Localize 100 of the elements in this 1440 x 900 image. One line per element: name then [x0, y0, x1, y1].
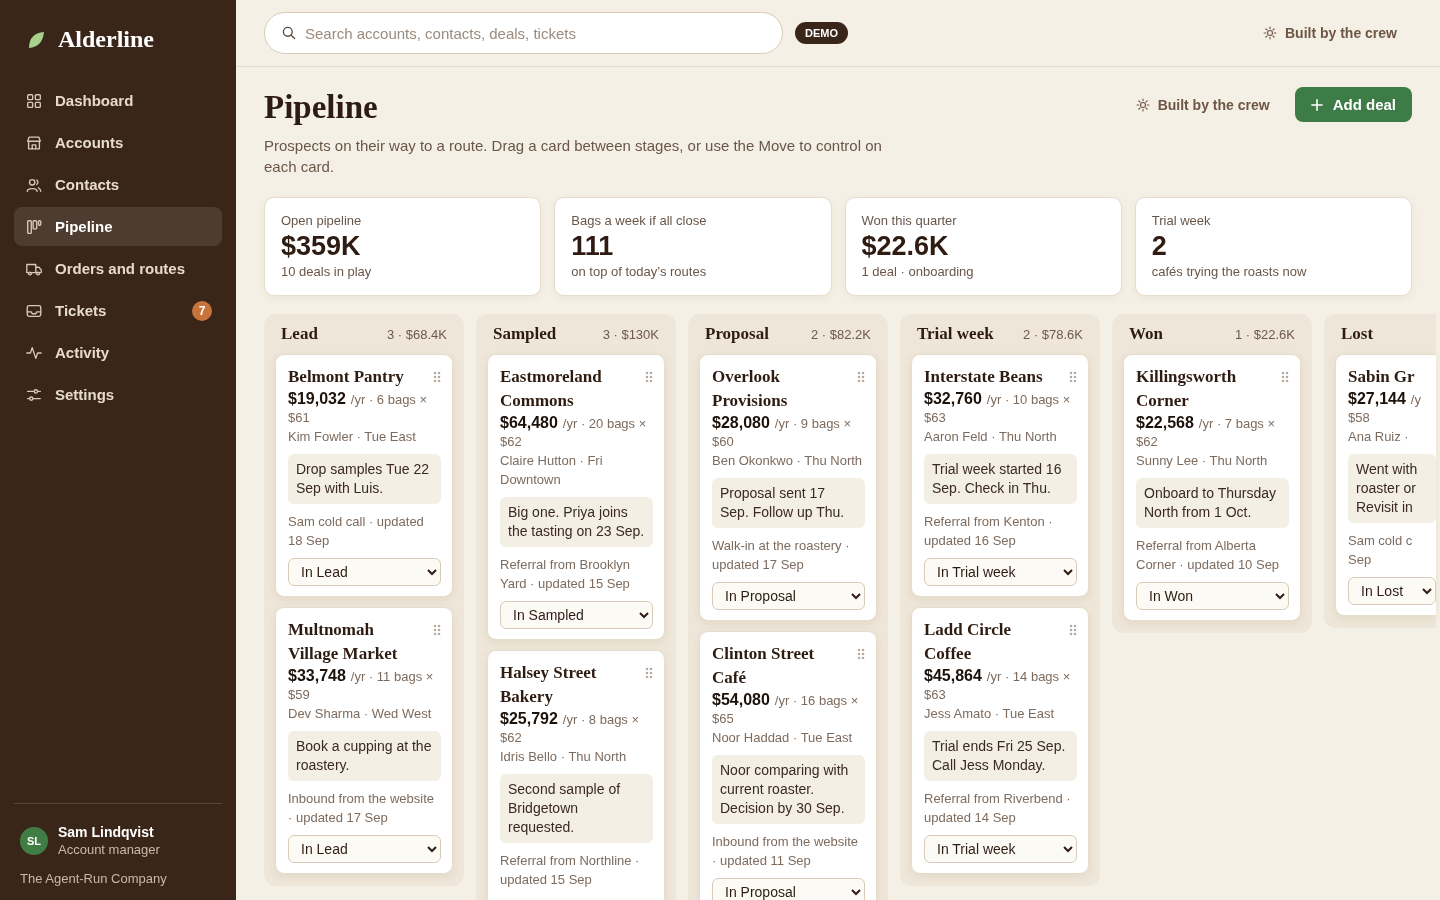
deal-rate: /yr · 16 bags ×	[774, 693, 859, 708]
stage-summary: 2 · $82.2K	[811, 327, 871, 342]
nav-item[interactable]: Orders and routes	[14, 249, 222, 288]
stat-label: Open pipeline	[281, 213, 363, 228]
stat-caption: 10 deals in play	[281, 264, 373, 279]
deal-card[interactable]: Halsey Street Bakery $25,792 /yr · 8 bags × $62 Idris Bello · Thu North Second sample of Bridgetown requested. Referral from Northline · updated 15 Sep	[487, 650, 665, 900]
deal-source: Referral from Kenton · updated 16 Sep	[924, 513, 1054, 550]
user-name: Sam Lindqvist	[58, 824, 155, 840]
drag-handle-icon[interactable]	[1069, 371, 1077, 383]
deal-value: $27,144	[1348, 390, 1406, 408]
stage-name: Won	[1129, 324, 1164, 344]
user-role: Account manager	[58, 842, 160, 857]
deal-note: Drop samples Tue 22 Sep with Luis.	[288, 454, 441, 504]
stage-select[interactable]: In Trial week	[924, 835, 1077, 863]
sun-icon	[1262, 26, 1277, 40]
deal-source: Inbound from the website · updated 11 Sep	[712, 833, 859, 870]
add-deal-button[interactable]: Add deal	[1294, 87, 1412, 122]
nav-item[interactable]: Pipeline	[14, 207, 222, 246]
stage-select[interactable]: In Proposal	[712, 582, 865, 610]
drag-handle-icon[interactable]	[857, 371, 865, 383]
page-title: Pipeline	[264, 88, 379, 127]
sun-icon	[1135, 97, 1150, 112]
count-badge: 7	[192, 300, 212, 321]
credit-link[interactable]: Built by the crew	[1262, 25, 1412, 41]
deal-card[interactable]: Eastmoreland Commons $64,480 /yr · 20 bags × $62 Claire Hutton · Fri Downtown Big one. Priya joins the tasting on 23 Sep. Referral from Brooklyn Yard · updated 15 Sep In Sampled	[487, 354, 665, 640]
drag-handle-icon[interactable]	[857, 648, 865, 660]
deal-name: Eastmoreland Commons	[500, 366, 603, 412]
stage-select[interactable]: In Proposal	[712, 878, 865, 900]
deal-name: Ladd Circle Coffee	[924, 619, 1013, 665]
stage-name: Proposal	[705, 324, 769, 344]
drag-handle-icon[interactable]	[1069, 624, 1077, 636]
deal-card[interactable]: Interstate Beans $32,760 /yr · 10 bags × $63 Aaron Feld · Thu North Trial week started 16 Sep. Check in Thu. Referral from Kenton · updated 16 Sep In Trial week	[911, 354, 1089, 597]
deal-name: Clinton Street Café	[712, 643, 816, 689]
bag-price: $62	[500, 433, 523, 451]
nav-item[interactable]: Activity	[14, 333, 222, 372]
stage-select[interactable]: In Trial week	[924, 558, 1077, 586]
stage-select[interactable]: In Won	[1136, 582, 1289, 610]
deal-contact: Dev Sharma · Wed West	[288, 705, 433, 723]
stage-name: Lead	[281, 324, 318, 344]
deal-value: $32,760	[924, 390, 982, 408]
stage-select[interactable]: In Lost	[1348, 577, 1436, 605]
deal-value: $64,480	[500, 414, 558, 432]
stat-label: Trial week	[1151, 213, 1212, 228]
stage-select[interactable]: In Lead	[288, 558, 441, 586]
deal-rate: /yr · 6 bags ×	[350, 392, 428, 407]
deal-source: Referral from Riverbend · updated 14 Sep	[924, 790, 1072, 827]
deal-source: Referral from Northline · updated 15 Sep	[500, 852, 641, 889]
nav-item[interactable]: Dashboard	[14, 81, 222, 120]
drag-handle-icon[interactable]	[645, 667, 653, 679]
bag-price: $63	[924, 409, 947, 427]
plus-icon	[1310, 98, 1323, 111]
stage-name: Sampled	[493, 324, 557, 344]
bag-price: $63	[924, 686, 947, 704]
company-name: The Agent-Run Company	[19, 871, 168, 886]
deal-rate: /yr · 7 bags ×	[1198, 416, 1276, 431]
deal-name: Halsey Street Bakery	[500, 662, 598, 708]
stat-label: Bags a week if all close	[571, 213, 708, 228]
deal-contact: Idris Bello · Thu North	[500, 748, 628, 766]
deal-name: Multnomah Village Market	[288, 619, 399, 665]
bag-price: $62	[1136, 433, 1159, 451]
deal-name: Overlook Provisions	[712, 366, 789, 412]
search-icon	[281, 25, 297, 41]
bag-price: $58	[1348, 409, 1371, 427]
page-description: Prospects on their way to a route. Drag a card between stages, or use the Move to control on each card.	[264, 136, 883, 177]
stat-value: 111	[571, 231, 615, 262]
nav-item[interactable]: Accounts	[14, 123, 222, 162]
nav-item[interactable]: Contacts	[14, 165, 222, 204]
credit-link[interactable]: Built by the crew	[1135, 96, 1285, 113]
deal-note: Trial ends Fri 25 Sep. Call Jess Monday.	[924, 731, 1077, 781]
drag-handle-icon[interactable]	[1281, 371, 1289, 383]
deal-contact: Aaron Feld · Thu North	[924, 428, 1058, 446]
stage-select[interactable]: In Lead	[288, 835, 441, 863]
bag-price: $62	[500, 729, 523, 747]
stat-caption: on top of today’s routes	[571, 264, 708, 279]
stage-summary: 3 · $130K	[602, 327, 659, 342]
deal-card[interactable]: Ladd Circle Coffee $45,864 /yr · 14 bags × $63 Jess Amato · Tue East Trial ends Fri 25 Sep. Call Jess Monday. Referral from Riverbend · updated 14 Sep In Trial week	[911, 607, 1089, 874]
deal-card[interactable]: Multnomah Village Market $33,748 /yr · 11 bags × $59 Dev Sharma · Wed West Book a cupping at the roastery. Inbound from the website · updated 17 Sep In Lead	[275, 607, 453, 874]
nav-item[interactable]: Settings	[14, 375, 222, 414]
demo-badge: DEMO	[795, 22, 848, 44]
nav-item[interactable]: Tickets 7	[14, 291, 222, 330]
stage-select[interactable]: In Sampled	[500, 601, 653, 629]
brand-name: Alderline	[58, 26, 154, 53]
deal-card[interactable]: Sabin Gr $27,144 /y $58 Ana Ruiz · Went with roaster or Revisit in Sam cold c Sep In Lost	[1335, 354, 1436, 616]
drag-handle-icon[interactable]	[433, 624, 441, 636]
deal-name: Killingsworth Corner	[1136, 366, 1238, 412]
bag-price: $65	[712, 710, 735, 728]
deal-card[interactable]: Belmont Pantry $19,032 /yr · 6 bags × $61 Kim Fowler · Tue East Drop samples Tue 22 Sep with Luis. Sam cold call · updated 18 Sep In Lead	[275, 354, 453, 597]
drag-handle-icon[interactable]	[645, 371, 653, 383]
deal-card[interactable]: Clinton Street Café $54,080 /yr · 16 bags × $65 Noor Haddad · Tue East Noor comparing with current roaster. Decision by 30 Sep. Inbound from the website · updated 11 Sep In Proposal	[699, 631, 877, 900]
deal-contact: Ben Okonkwo · Thu North	[712, 452, 864, 470]
grid-icon	[25, 91, 43, 110]
deal-card[interactable]: Overlook Provisions $28,080 /yr · 9 bags × $60 Ben Okonkwo · Thu North Proposal sent 17 Sep. Follow up Thu. Walk-in at the roastery · updated 17 Sep In Proposal	[699, 354, 877, 621]
bag-price: $60	[712, 433, 735, 451]
deal-source: Referral from Alberta Corner · updated 10 Sep	[1136, 537, 1281, 574]
stat-label: Won this quarter	[861, 213, 958, 228]
stat-value: $359K	[281, 231, 362, 262]
deal-card[interactable]: Killingsworth Corner $22,568 /yr · 7 bags × $62 Sunny Lee · Thu North Onboard to Thursday North from 1 Oct. Referral from Alberta Corner · updated 10 Sep In Won	[1123, 354, 1301, 621]
drag-handle-icon[interactable]	[433, 371, 441, 383]
deal-contact: Jess Amato · Tue East	[924, 705, 1056, 723]
search-field[interactable]: Search accounts, contacts, deals, tickets	[264, 12, 783, 54]
